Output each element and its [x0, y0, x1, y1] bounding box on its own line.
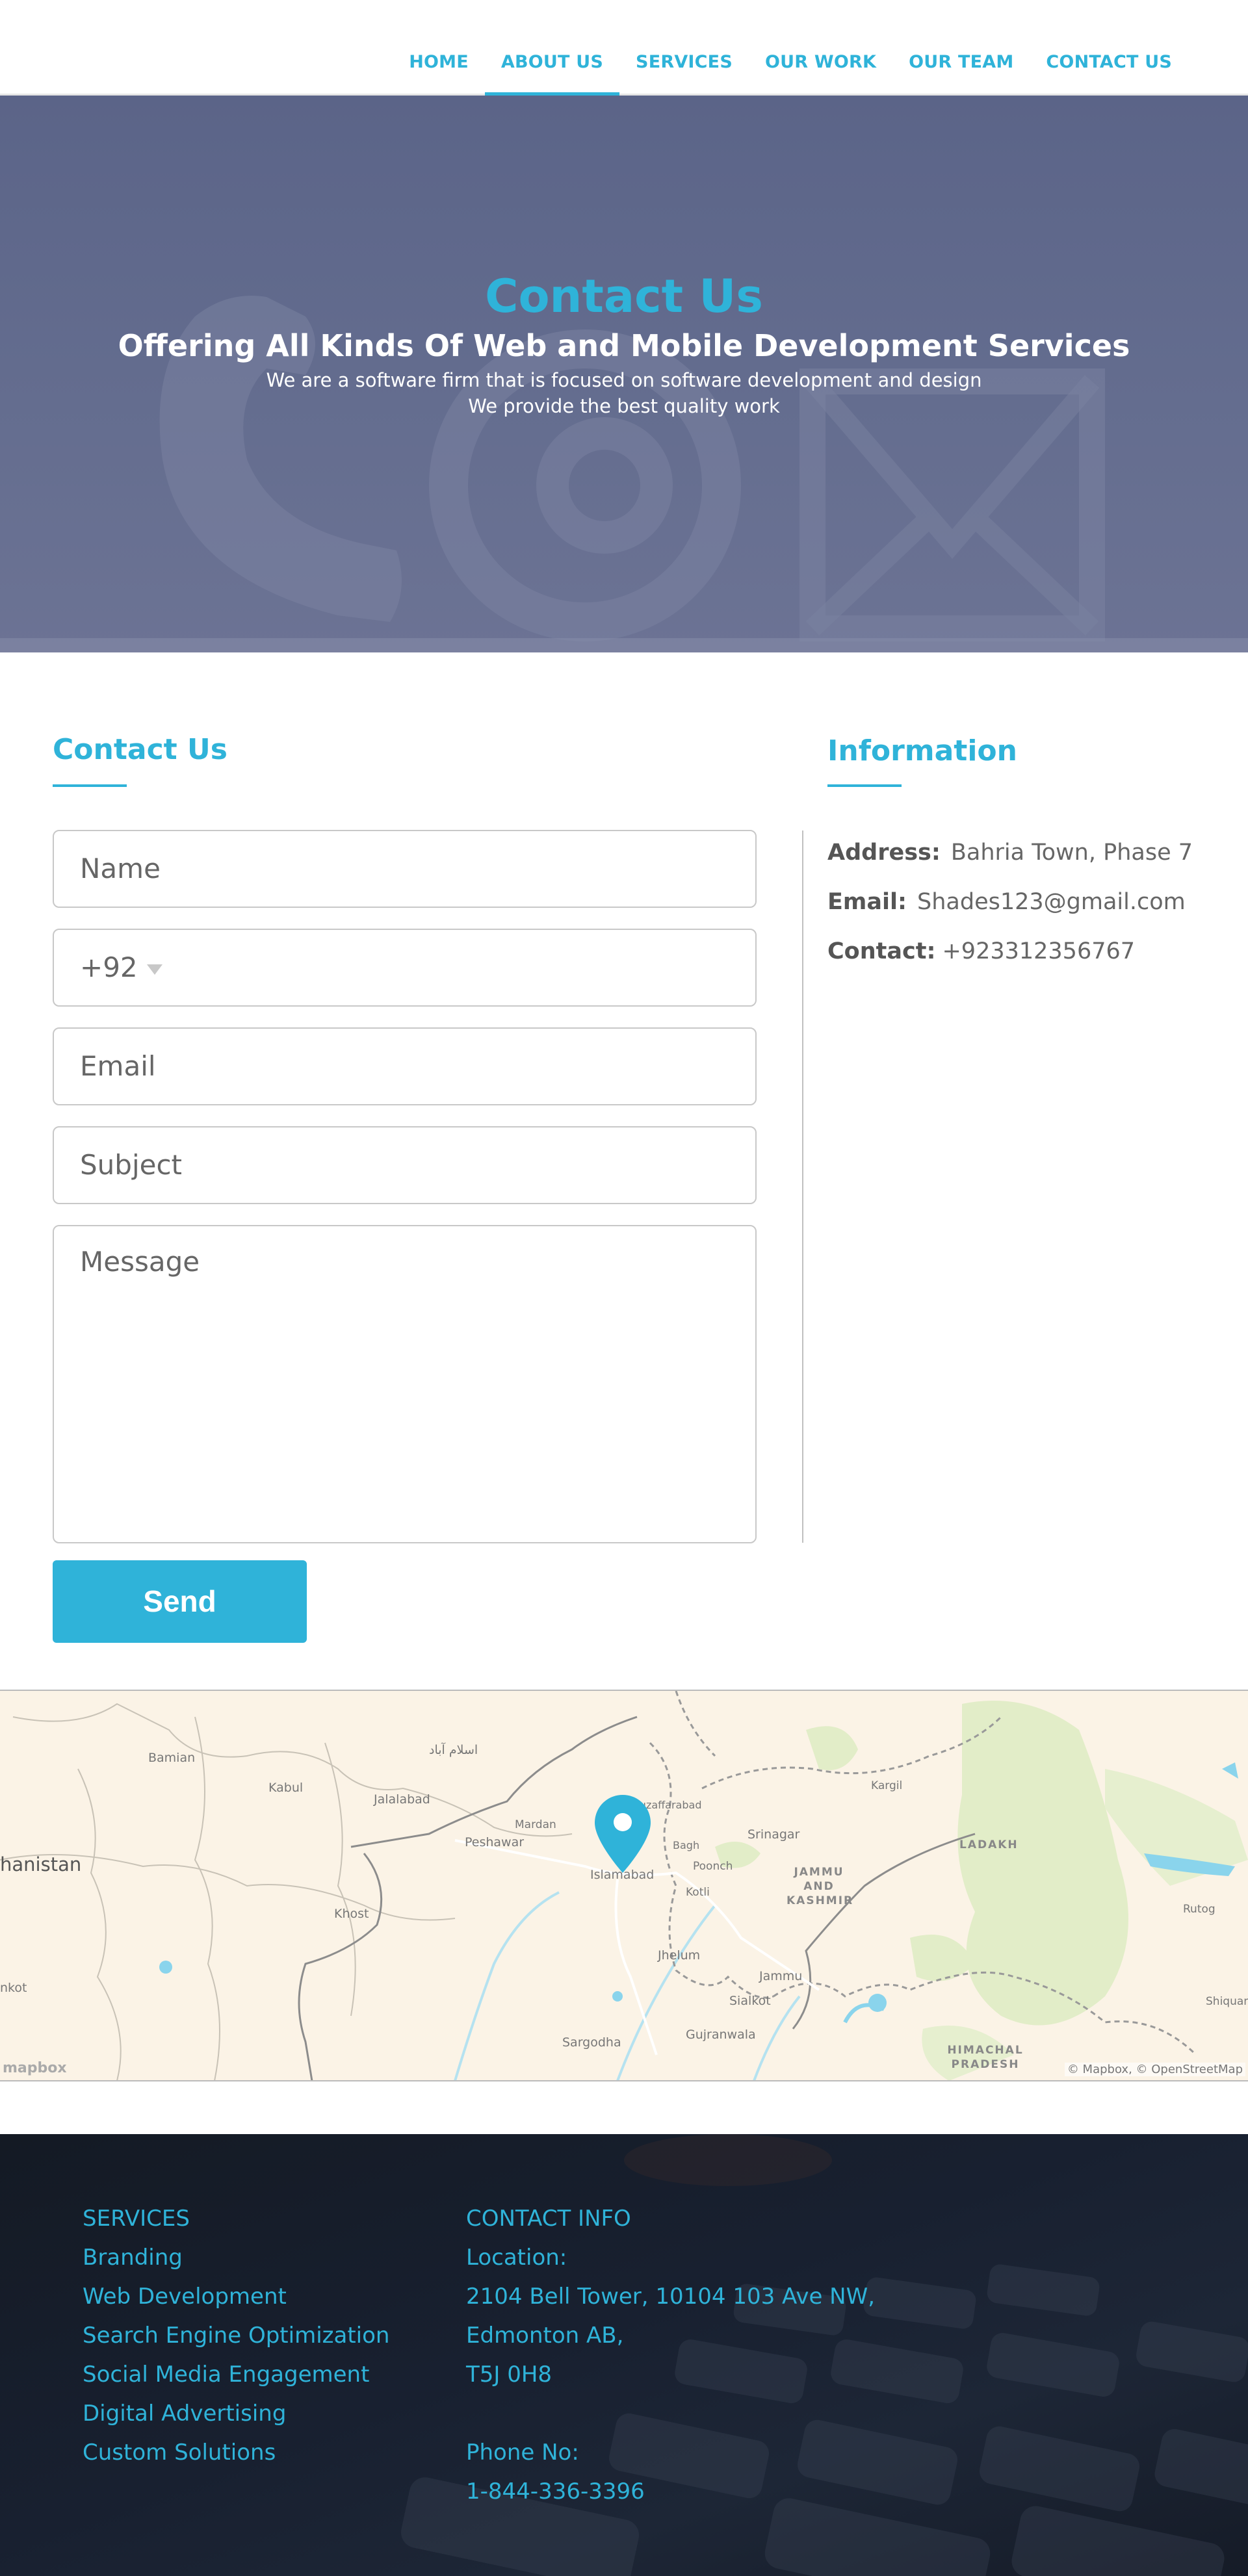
info-address: Address: Bahria Town, Phase 7 — [827, 840, 1193, 866]
map-label-srinagar: Srinagar — [748, 1827, 800, 1842]
information-heading: Information — [827, 734, 1017, 767]
map-label-ladakh: LADAKH — [959, 1838, 1019, 1851]
hero-title: Contact Us — [485, 270, 763, 323]
map-label-nkot: nkot — [0, 1981, 27, 1995]
nav-menu: HOME ABOUT US SERVICES OUR WORK OUR TEAM… — [393, 52, 1188, 96]
location-map[interactable]: Bamian Kabul Jalalabad اسلام آباد Mardan… — [0, 1690, 1248, 2081]
map-label-afghanistan: hanistan — [0, 1853, 82, 1875]
map-label-rutog: Rutog — [1183, 1903, 1216, 1916]
map-label-jalalabad: Jalalabad — [374, 1792, 430, 1807]
footer-link-seo[interactable]: Search Engine Optimization — [83, 2316, 389, 2355]
footer-link-social-media[interactable]: Social Media Engagement — [83, 2355, 389, 2394]
send-button[interactable]: Send — [53, 1560, 307, 1643]
map-label-jhelum: Jhelum — [658, 1948, 701, 1963]
hero-tagline-2: We provide the best quality work — [468, 395, 780, 417]
hero-subtitle: Offering All Kinds Of Web and Mobile Dev… — [118, 328, 1130, 363]
column-divider — [802, 831, 803, 1543]
footer-contact-info: CONTACT INFO Location: 2104 Bell Tower, … — [466, 2199, 875, 2511]
info-contact: Contact: +923312356767 — [827, 938, 1135, 964]
footer-address-line-2: Edmonton AB, — [466, 2323, 624, 2349]
top-navigation: HOME ABOUT US SERVICES OUR WORK OUR TEAM… — [0, 0, 1248, 96]
email-input[interactable]: Email — [53, 1027, 757, 1105]
map-label-bamian: Bamian — [148, 1751, 196, 1765]
hero-text: Contact Us Offering All Kinds Of Web and… — [0, 270, 1248, 419]
map-label-kotli: Kotli — [686, 1886, 710, 1899]
footer-link-custom-solutions[interactable]: Custom Solutions — [83, 2433, 389, 2472]
map-label-mardan: Mardan — [515, 1818, 556, 1831]
map-label-poonch: Poonch — [693, 1860, 733, 1873]
chevron-down-icon[interactable] — [146, 964, 162, 975]
map-label-kargil: Kargil — [871, 1779, 903, 1792]
contact-heading-underline — [53, 784, 127, 787]
contact-value[interactable]: +923312356767 — [942, 938, 1135, 964]
map-marker-icon[interactable] — [595, 1795, 651, 1873]
map-label-jammu-kashmir: JAMMU AND KASHMIR — [786, 1866, 854, 1907]
footer-address-line-1: 2104 Bell Tower, 10104 103 Ave NW, — [466, 2284, 876, 2310]
map-label-bagh: Bagh — [673, 1839, 700, 1851]
info-email: Email: Shades123@gmail.com — [827, 889, 1186, 915]
map-attribution[interactable]: © Mapbox, © OpenStreetMap — [1064, 2063, 1245, 2076]
contact-label: Contact: — [827, 938, 936, 964]
nav-contact-us[interactable]: CONTACT US — [1030, 52, 1188, 96]
map-label-sialkot: Sialkot — [729, 1994, 771, 2008]
hero-banner: Contact Us Offering All Kinds Of Web and… — [0, 96, 1248, 652]
phone-input[interactable]: +92 — [53, 929, 757, 1007]
map-tiles — [0, 1691, 1248, 2080]
map-label-jammu: Jammu — [759, 1969, 803, 1983]
mapbox-logo[interactable]: mapbox — [3, 2060, 67, 2076]
nav-our-work[interactable]: OUR WORK — [749, 52, 892, 96]
nav-our-team[interactable]: OUR TEAM — [892, 52, 1030, 96]
footer-phone-value[interactable]: 1-844-336-3396 — [466, 2472, 875, 2511]
footer-services-heading: SERVICES — [83, 2206, 190, 2232]
information-heading-underline — [827, 784, 902, 787]
hero-tagline-1: We are a software firm that is focused o… — [266, 369, 982, 391]
map-label-peshawar: Peshawar — [465, 1835, 525, 1849]
nav-about-us[interactable]: ABOUT US — [484, 52, 620, 96]
footer-link-digital-advertising[interactable]: Digital Advertising — [83, 2394, 389, 2433]
footer-services: SERVICES Branding Web Development Search… — [83, 2199, 389, 2472]
nav-home[interactable]: HOME — [393, 52, 485, 96]
email-label: Email: — [827, 889, 907, 915]
map-label-islamabad-urdu: اسلام آباد — [429, 1743, 478, 1757]
footer-location-label: Location: — [466, 2245, 567, 2271]
phone-country-code[interactable]: +92 — [80, 951, 138, 983]
map-label-kabul: Kabul — [268, 1781, 304, 1795]
footer-contact-heading: CONTACT INFO — [466, 2206, 631, 2232]
map-label-gujranwala: Gujranwala — [686, 2028, 756, 2042]
footer: SERVICES Branding Web Development Search… — [0, 2134, 1248, 2576]
footer-address-line-3: T5J 0H8 — [466, 2362, 552, 2388]
nav-services[interactable]: SERVICES — [619, 52, 749, 96]
footer-link-branding[interactable]: Branding — [83, 2238, 389, 2277]
message-textarea[interactable]: Message — [53, 1225, 757, 1543]
subject-input[interactable]: Subject — [53, 1126, 757, 1204]
footer-phone-label: Phone No: — [466, 2440, 579, 2466]
contact-form-heading: Contact Us — [53, 733, 228, 766]
email-value[interactable]: Shades123@gmail.com — [917, 889, 1186, 915]
name-input[interactable]: Name — [53, 830, 757, 908]
map-label-himachal-pradesh: HIMACHAL PRADESH — [947, 2044, 1024, 2071]
footer-spacer — [466, 2394, 875, 2433]
address-value: Bahria Town, Phase 7 — [950, 840, 1193, 866]
map-label-shiquan: Shiquan — [1206, 1995, 1248, 2008]
map-label-sargodha: Sargodha — [562, 2035, 621, 2050]
map-label-khost: Khost — [334, 1907, 369, 1921]
footer-link-web-development[interactable]: Web Development — [83, 2277, 389, 2316]
address-label: Address: — [827, 840, 941, 866]
